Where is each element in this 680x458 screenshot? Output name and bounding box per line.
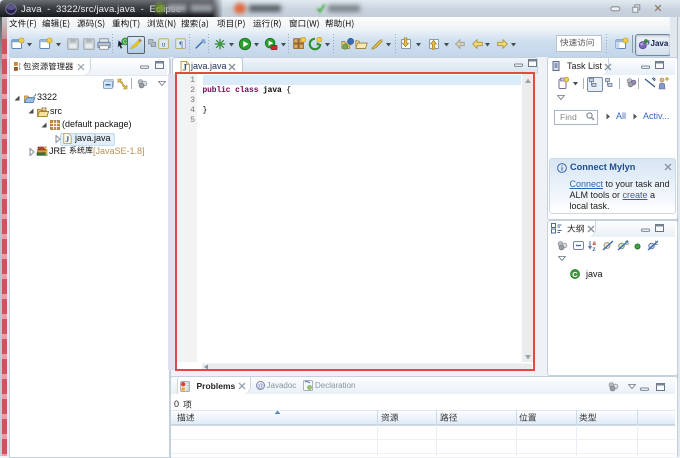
svg-text:¶: ¶: [179, 40, 183, 49]
svg-text:C: C: [572, 270, 578, 279]
svg-text:@: @: [257, 383, 264, 390]
svg-text:z: z: [593, 247, 596, 251]
svg-text:J: J: [65, 135, 69, 144]
svg-text:u: u: [162, 40, 166, 49]
